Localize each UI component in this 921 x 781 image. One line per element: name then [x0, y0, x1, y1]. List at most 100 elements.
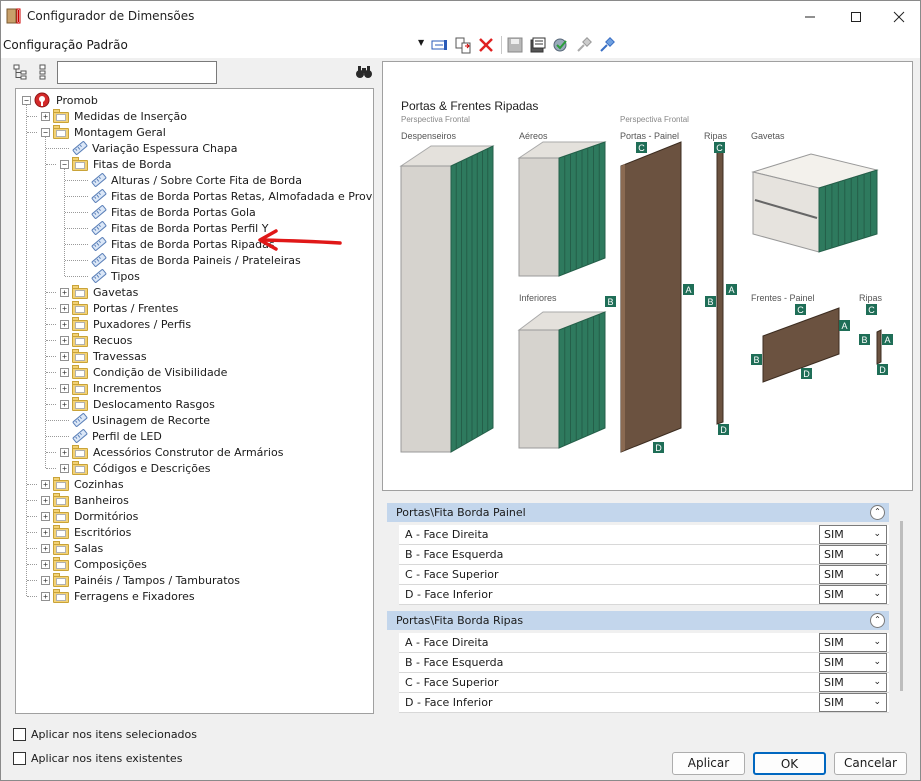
configuration-select[interactable]: Configuração Padrão — [3, 38, 128, 52]
property-section-header[interactable]: Portas\Fita Borda Painel ⌃ — [387, 503, 889, 522]
tree-search-input[interactable] — [57, 61, 217, 84]
chevron-down-icon[interactable]: ⌄ — [873, 586, 881, 603]
tree-item[interactable]: Fitas de Borda Portas Ripadas — [91, 236, 275, 252]
expand-icon[interactable]: + — [60, 463, 69, 473]
maximize-button[interactable] — [834, 1, 878, 32]
collapse-icon[interactable]: − — [41, 127, 50, 137]
tree-item[interactable]: + Deslocamento Rasgos — [60, 396, 215, 412]
minimize-button[interactable] — [788, 1, 832, 32]
small-ripa — [876, 329, 882, 365]
tree-item[interactable]: Fitas de Borda Portas Gola — [91, 204, 256, 220]
expand-icon[interactable]: + — [60, 351, 69, 361]
delete-icon[interactable] — [477, 36, 495, 54]
expand-icon[interactable]: + — [60, 335, 69, 345]
tree-item[interactable]: Alturas / Sobre Corte Fita de Borda — [91, 172, 302, 188]
expand-icon[interactable]: + — [41, 527, 50, 537]
chevron-down-icon[interactable]: ⌄ — [873, 654, 881, 671]
tree-item[interactable]: + Escritórios — [41, 524, 131, 540]
tree-item[interactable]: Fitas de Borda Portas Perfil Y — [91, 220, 268, 236]
tree-root[interactable]: − Promob — [22, 92, 98, 108]
connect-icon[interactable] — [575, 36, 593, 54]
chevron-down-icon[interactable]: ⌄ — [873, 526, 881, 543]
tree-item[interactable]: + Painéis / Tampos / Tamburatos — [41, 572, 240, 588]
expand-icon[interactable]: + — [60, 319, 69, 329]
cancel-button[interactable]: Cancelar — [834, 752, 907, 775]
chevron-down-icon[interactable]: ⌄ — [873, 634, 881, 651]
property-value-select[interactable]: SIM ⌄ — [819, 525, 887, 544]
ok-button[interactable]: OK — [753, 752, 826, 775]
tree-item[interactable]: + Travessas — [60, 348, 147, 364]
tree-item[interactable]: + Códigos e Descrições — [60, 460, 211, 476]
property-value-select[interactable]: SIM ⌄ — [819, 633, 887, 652]
save-icon[interactable] — [506, 36, 524, 54]
expand-icon[interactable]: + — [41, 479, 50, 489]
tree-item[interactable]: Variação Espessura Chapa — [72, 140, 238, 156]
chevron-down-icon[interactable]: ⌄ — [873, 546, 881, 563]
close-button[interactable] — [877, 1, 921, 32]
expand-icon[interactable]: + — [60, 367, 69, 377]
apply-existing-checkbox[interactable] — [13, 752, 26, 765]
tree-item[interactable]: + Gavetas — [60, 284, 138, 300]
tree-item[interactable]: Tipos — [91, 268, 140, 284]
property-value-select[interactable]: SIM ⌄ — [819, 693, 887, 712]
property-section-header[interactable]: Portas\Fita Borda Ripas ⌃ — [387, 611, 889, 630]
expand-icon[interactable]: + — [41, 575, 50, 585]
expand-icon[interactable]: + — [60, 287, 69, 297]
expand-icon[interactable]: + — [41, 559, 50, 569]
copy-config-icon[interactable] — [454, 36, 472, 54]
link-icon[interactable] — [598, 36, 616, 54]
tree-item[interactable]: Perfil de LED — [72, 428, 162, 444]
collapse-section-icon[interactable]: ⌃ — [870, 505, 885, 520]
tree-item[interactable]: + Medidas de Inserção — [41, 108, 187, 124]
tree-item[interactable]: + Dormitórios — [41, 508, 138, 524]
properties-scrollbar[interactable] — [900, 521, 903, 691]
chevron-down-icon[interactable]: ⌄ — [873, 694, 881, 711]
expand-icon[interactable]: + — [60, 383, 69, 393]
chevron-down-icon[interactable]: ⌄ — [873, 566, 881, 583]
tree-item[interactable]: + Condição de Visibilidade — [60, 364, 227, 380]
apply-button[interactable]: Aplicar — [672, 752, 745, 775]
tree-item[interactable]: Fitas de Borda Portas Retas, Almofadada … — [91, 188, 373, 204]
expand-icon[interactable]: + — [60, 399, 69, 409]
expand-icon[interactable]: + — [41, 511, 50, 521]
apply-selected-checkbox[interactable] — [13, 728, 26, 741]
property-value-select[interactable]: SIM ⌄ — [819, 585, 887, 604]
expand-icon[interactable]: + — [41, 495, 50, 505]
tree-item[interactable]: + Acessórios Construtor de Armários — [60, 444, 283, 460]
export-icon[interactable] — [529, 36, 547, 54]
collapse-icon[interactable]: − — [22, 95, 31, 105]
property-value-select[interactable]: SIM ⌄ — [819, 673, 887, 692]
expand-icon[interactable]: + — [41, 543, 50, 553]
tree-item[interactable]: + Incrementos — [60, 380, 162, 396]
tree-item[interactable]: − Fitas de Borda — [60, 156, 171, 172]
chevron-down-icon[interactable]: ⌄ — [873, 674, 881, 691]
tree-item[interactable]: Usinagem de Recorte — [72, 412, 210, 428]
expand-all-icon[interactable] — [12, 63, 30, 81]
navigation-tree[interactable]: − Promob + Medidas de Inserção − Montagem Ger… — [15, 88, 374, 714]
expand-icon[interactable]: + — [60, 447, 69, 457]
rename-icon[interactable] — [431, 36, 449, 54]
tree-item[interactable]: − Montagem Geral — [41, 124, 166, 140]
collapse-icon[interactable]: − — [60, 159, 69, 169]
collapse-all-icon[interactable] — [35, 63, 53, 81]
property-value-select[interactable]: SIM ⌄ — [819, 545, 887, 564]
binoculars-icon[interactable] — [355, 63, 373, 81]
tree-item[interactable]: Fitas de Borda Paineis / Prateleiras — [91, 252, 301, 268]
chevron-down-icon[interactable]: ▼ — [418, 38, 424, 47]
tree-item[interactable]: + Composições — [41, 556, 147, 572]
validate-icon[interactable] — [552, 36, 570, 54]
collapse-section-icon[interactable]: ⌃ — [870, 613, 885, 628]
expand-icon[interactable]: + — [41, 591, 50, 601]
tree-item[interactable]: + Salas — [41, 540, 103, 556]
expand-icon[interactable]: + — [60, 303, 69, 313]
expand-icon[interactable]: + — [41, 111, 50, 121]
property-value-select[interactable]: SIM ⌄ — [819, 653, 887, 672]
tree-item[interactable]: + Portas / Frentes — [60, 300, 178, 316]
tree-item[interactable]: + Puxadores / Perfis — [60, 316, 191, 332]
tree-item[interactable]: + Ferragens e Fixadores — [41, 588, 195, 604]
tree-item[interactable]: + Banheiros — [41, 492, 129, 508]
tree-item[interactable]: + Cozinhas — [41, 476, 124, 492]
tree-item[interactable]: + Recuos — [60, 332, 132, 348]
apply-selected-label: Aplicar nos itens selecionados — [31, 728, 198, 741]
property-value-select[interactable]: SIM ⌄ — [819, 565, 887, 584]
